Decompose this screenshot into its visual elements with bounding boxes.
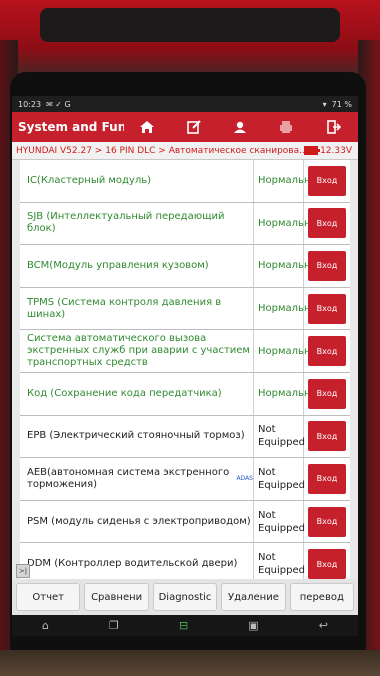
system-status: Нормально	[254, 330, 317, 372]
background-surface	[0, 650, 380, 676]
system-name: AEB(автономная система экстренного тормо…	[20, 458, 254, 500]
wifi-icon: ▾	[322, 99, 327, 109]
enter-button[interactable]: Вход	[308, 293, 346, 324]
device-case-top	[0, 0, 380, 80]
breadcrumb: HYUNDAI V52.27 > 16 PIN DLC > Автоматиче…	[12, 142, 358, 160]
list-item: TPMS (Система контроля давления в шинах)…	[20, 287, 350, 331]
report-button[interactable]: Отчет	[16, 583, 81, 611]
compare-button[interactable]: Сравнени	[84, 583, 149, 611]
system-status: Not Equipped	[254, 458, 305, 500]
voltage-value: 12.33V	[320, 145, 352, 156]
system-status: Нормально	[254, 160, 317, 202]
enter-button[interactable]: Вход	[308, 421, 346, 452]
list-item: AEB(автономная система экстренного тормо…	[20, 458, 350, 501]
system-name: Система автоматического вызова экстренны…	[20, 330, 254, 372]
nav-recent-apps-icon[interactable]: ❐	[109, 619, 119, 632]
exit-icon[interactable]	[318, 114, 348, 140]
list-item: EPB (Электрический стояночный тормоз) No…	[20, 415, 350, 459]
page-title: System and Function	[18, 120, 124, 134]
list-item: Код (Сохранение кода передатчика) Нормал…	[20, 372, 350, 416]
print-icon[interactable]	[271, 114, 301, 140]
enter-button[interactable]: Вход	[308, 463, 346, 494]
home-icon[interactable]	[132, 114, 162, 140]
adas-badge: ADAS	[236, 474, 253, 482]
delete-button[interactable]: Удаление	[221, 583, 286, 611]
action-bar: Отчет Сравнени Diagnostic Удаление перев…	[12, 579, 358, 615]
system-name-text: AEB(автономная система экстренного тормо…	[27, 466, 230, 490]
system-status: Нормально	[254, 372, 317, 415]
system-status: Not Equipped	[254, 500, 305, 543]
system-status: Нормально	[254, 245, 317, 287]
system-name: SJB (Интеллектуальный передающий блок)	[20, 202, 254, 245]
system-name: Код (Сохранение кода передатчика)	[20, 372, 254, 415]
breadcrumb-path: HYUNDAI V52.27 > 16 PIN DLC > Автоматиче…	[16, 145, 305, 156]
voltage-indicator: 12.33V	[304, 146, 358, 156]
list-item: IC(Кластерный модуль) Нормально Вход	[20, 160, 350, 203]
system-name: IC(Кластерный модуль)	[20, 160, 254, 202]
system-status: Нормально	[254, 287, 317, 330]
enter-button[interactable]: Вход	[308, 208, 346, 239]
nav-screenshot-icon[interactable]: ▣	[248, 619, 258, 632]
title-bar: System and Function	[12, 112, 358, 142]
nav-back-icon[interactable]: ↩	[319, 619, 328, 632]
list-item: BCM(Модуль управления кузовом) Нормально…	[20, 245, 350, 288]
enter-button[interactable]: Вход	[308, 378, 346, 409]
system-name: PSM (модуль сиденья с электроприводом)	[20, 500, 254, 543]
system-name: EPB (Электрический стояночный тормоз)	[20, 415, 254, 458]
device-screen: 10:23 ✉ ✓ G ▾ 71 % System and Function	[12, 96, 358, 636]
system-name: TPMS (Система контроля давления в шинах)	[20, 287, 254, 330]
battery-status: 71 %	[331, 99, 352, 109]
enter-button[interactable]: Вход	[308, 336, 346, 367]
battery-icon	[304, 146, 321, 155]
nav-vci-icon[interactable]: ⊟	[179, 619, 188, 632]
system-name: BCM(Модуль управления кузовом)	[20, 245, 254, 287]
android-nav-bar: ⌂ ❐ ⊟ ▣ ↩	[12, 615, 358, 636]
user-icon[interactable]	[225, 114, 255, 140]
enter-button[interactable]: Вход	[308, 506, 346, 537]
list-item: Система автоматического вызова экстренны…	[20, 330, 350, 373]
list-item: SJB (Интеллектуальный передающий блок) Н…	[20, 202, 350, 246]
status-time: 10:23	[18, 99, 42, 109]
system-status: Not Equipped	[254, 415, 305, 458]
enter-button[interactable]: Вход	[308, 549, 346, 580]
status-bar: 10:23 ✉ ✓ G ▾ 71 %	[12, 96, 358, 112]
nav-home-icon[interactable]: ⌂	[42, 619, 49, 632]
collapse-panel-icon[interactable]: ≻|	[16, 564, 30, 578]
diagnostic-button[interactable]: Diagnostic	[152, 583, 218, 611]
translate-button[interactable]: перевод	[289, 583, 355, 611]
system-status: Нормально	[254, 202, 317, 245]
enter-button[interactable]: Вход	[308, 250, 346, 281]
list-item: PSM (модуль сиденья с электроприводом) N…	[20, 500, 350, 544]
report-icon[interactable]	[179, 114, 209, 140]
enter-button[interactable]: Вход	[308, 165, 346, 196]
notification-icon: ✉ ✓ G	[46, 99, 71, 109]
device-case-lip	[40, 8, 340, 42]
system-list: IC(Кластерный модуль) Нормально Вход SJB…	[20, 160, 350, 586]
